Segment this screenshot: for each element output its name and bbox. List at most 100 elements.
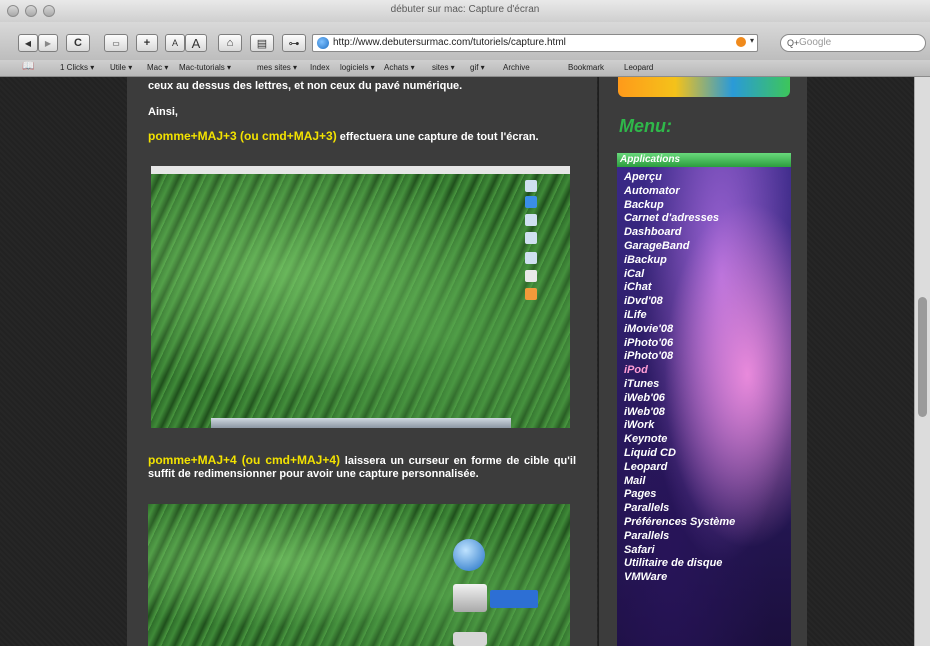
forward-button[interactable]: ▶ <box>38 34 58 52</box>
back-arrow-icon: ◀ <box>24 38 32 48</box>
bookmark-item[interactable]: mes sites ▾ <box>257 63 297 72</box>
dropdown-icon[interactable]: ▾ <box>750 36 754 45</box>
add-bookmark-button[interactable]: + <box>136 34 158 52</box>
app-link[interactable]: iWeb'08 <box>624 406 735 420</box>
back-button[interactable]: ◀ <box>18 34 38 52</box>
app-link[interactable]: Parallels <box>624 502 735 516</box>
shortcut-1: pomme+MAJ+3 (ou cmd+MAJ+3) <box>148 129 337 143</box>
app-link[interactable]: iWork <box>624 419 735 433</box>
menu-title: Menu: <box>619 116 672 136</box>
drive-icon <box>453 632 487 646</box>
app-link[interactable]: Automator <box>624 185 735 199</box>
text-smaller-label: A <box>171 38 178 48</box>
app-link[interactable]: iPhoto'06 <box>624 337 735 351</box>
app-link[interactable]: VMWare <box>624 571 735 585</box>
printer-icon: ▤ <box>256 37 268 50</box>
browser-toolbar: ◀ ▶ C ▭ + A A ⌂ ▤ ⊶ http://www.debutersu… <box>0 22 930 60</box>
site-logo[interactable] <box>618 77 790 97</box>
app-link[interactable]: iWeb'06 <box>624 392 735 406</box>
screenshot-dock <box>211 418 511 428</box>
app-link[interactable]: iBackup <box>624 254 735 268</box>
globe-icon <box>317 37 329 49</box>
applications-header: Applications <box>617 153 791 167</box>
app-link[interactable]: Backup <box>624 199 735 213</box>
bookmark-item[interactable]: Archive <box>503 63 530 72</box>
bookmark-item[interactable]: sites ▾ <box>432 63 455 72</box>
app-link[interactable]: iCal <box>624 268 735 282</box>
drive-icon <box>453 584 487 612</box>
shortcut-2: pomme+MAJ+4 (ou cmd+MAJ+4) <box>148 453 341 467</box>
app-link[interactable]: Leopard <box>624 461 735 475</box>
app-link[interactable]: Safari <box>624 544 735 558</box>
reload-icon: C <box>74 37 82 49</box>
intro-text: ceux au dessus des lettres, et non ceux … <box>148 80 463 92</box>
address-bar[interactable]: http://www.debutersurmac.com/tutoriels/c… <box>312 34 758 52</box>
screenshot-menubar <box>151 166 570 174</box>
print-button[interactable]: ▤ <box>250 34 274 52</box>
app-link[interactable]: Parallels <box>624 530 735 544</box>
reload-button[interactable]: C <box>66 34 90 52</box>
ainsi-text: Ainsi, <box>148 106 178 118</box>
app-link[interactable]: Préférences Système <box>624 516 735 530</box>
app-link[interactable]: Liquid CD <box>624 447 735 461</box>
text-bigger-label: A <box>191 35 201 51</box>
bookmark-item[interactable]: Leopard <box>624 63 653 72</box>
applications-list: Aperçu Automator Backup Carnet d'adresse… <box>624 171 735 585</box>
app-link[interactable]: Carnet d'adresses <box>624 212 735 226</box>
bookmark-item[interactable]: gif ▾ <box>470 63 485 72</box>
desktop-icon <box>525 214 537 226</box>
selected-label <box>490 590 538 608</box>
text-bigger-button[interactable]: A <box>185 34 207 52</box>
bookmark-item[interactable]: Utile ▾ <box>110 63 132 72</box>
snapback-icon: ▭ <box>112 38 120 48</box>
globe-icon <box>453 539 485 571</box>
desktop-icon <box>525 288 537 300</box>
text-smaller-button[interactable]: A <box>165 34 185 52</box>
scroll-thumb[interactable] <box>918 297 927 417</box>
app-link[interactable]: Keynote <box>624 433 735 447</box>
fullscreen-screenshot-image <box>151 166 570 428</box>
app-link[interactable]: GarageBand <box>624 240 735 254</box>
description-1: effectuera une capture de tout l'écran. <box>339 131 539 143</box>
desktop-icon <box>525 196 537 208</box>
bookmark-item[interactable]: Bookmark <box>568 63 604 72</box>
book-icon[interactable]: 📖 <box>22 61 34 72</box>
app-link[interactable]: iPhoto'08 <box>624 350 735 364</box>
bookmark-item[interactable]: Achats ▾ <box>384 63 415 72</box>
app-link[interactable]: Utilitaire de disque <box>624 557 735 571</box>
app-link[interactable]: iLife <box>624 309 735 323</box>
app-link[interactable]: Pages <box>624 488 735 502</box>
bookmark-item[interactable]: 1 Clicks ▾ <box>60 63 94 72</box>
bookmark-item[interactable]: Index <box>310 63 330 72</box>
app-link[interactable]: Dashboard <box>624 226 735 240</box>
app-link[interactable]: Aperçu <box>624 171 735 185</box>
app-link[interactable]: iPod <box>624 364 735 378</box>
bookmark-icon: ⊶ <box>288 37 300 50</box>
bookmark-item[interactable]: Mac ▾ <box>147 63 168 72</box>
bookmarks-bar: 📖 1 Clicks ▾ Utile ▾ Mac ▾ Mac-tutorials… <box>0 60 930 77</box>
app-link[interactable]: iChat <box>624 281 735 295</box>
bookmarks-button[interactable]: ⊶ <box>282 34 306 52</box>
desktop-icon <box>525 180 537 192</box>
window-titlebar: débuter sur mac: Capture d'écran <box>0 0 930 23</box>
search-icon: Q+ <box>787 38 800 48</box>
search-placeholder: Google <box>799 37 832 48</box>
rss-icon[interactable] <box>736 37 746 47</box>
snapback-button[interactable]: ▭ <box>104 34 128 52</box>
desktop-icon <box>525 270 537 282</box>
app-link[interactable]: iDvd'08 <box>624 295 735 309</box>
vertical-scrollbar[interactable] <box>914 77 930 646</box>
forward-arrow-icon: ▶ <box>44 38 52 48</box>
bookmark-item[interactable]: logiciels ▾ <box>340 63 375 72</box>
url-text: http://www.debutersurmac.com/tutoriels/c… <box>333 37 566 48</box>
home-icon: ⌂ <box>226 37 234 49</box>
selection-screenshot-image <box>148 504 570 646</box>
search-field[interactable]: Q+ Google <box>780 34 926 52</box>
plus-icon: + <box>143 37 151 49</box>
desktop-icon <box>525 252 537 264</box>
app-link[interactable]: Mail <box>624 475 735 489</box>
app-link[interactable]: iMovie'08 <box>624 323 735 337</box>
app-link[interactable]: iTunes <box>624 378 735 392</box>
bookmark-item[interactable]: Mac-tutorials ▾ <box>179 63 231 72</box>
home-button[interactable]: ⌂ <box>218 34 242 52</box>
